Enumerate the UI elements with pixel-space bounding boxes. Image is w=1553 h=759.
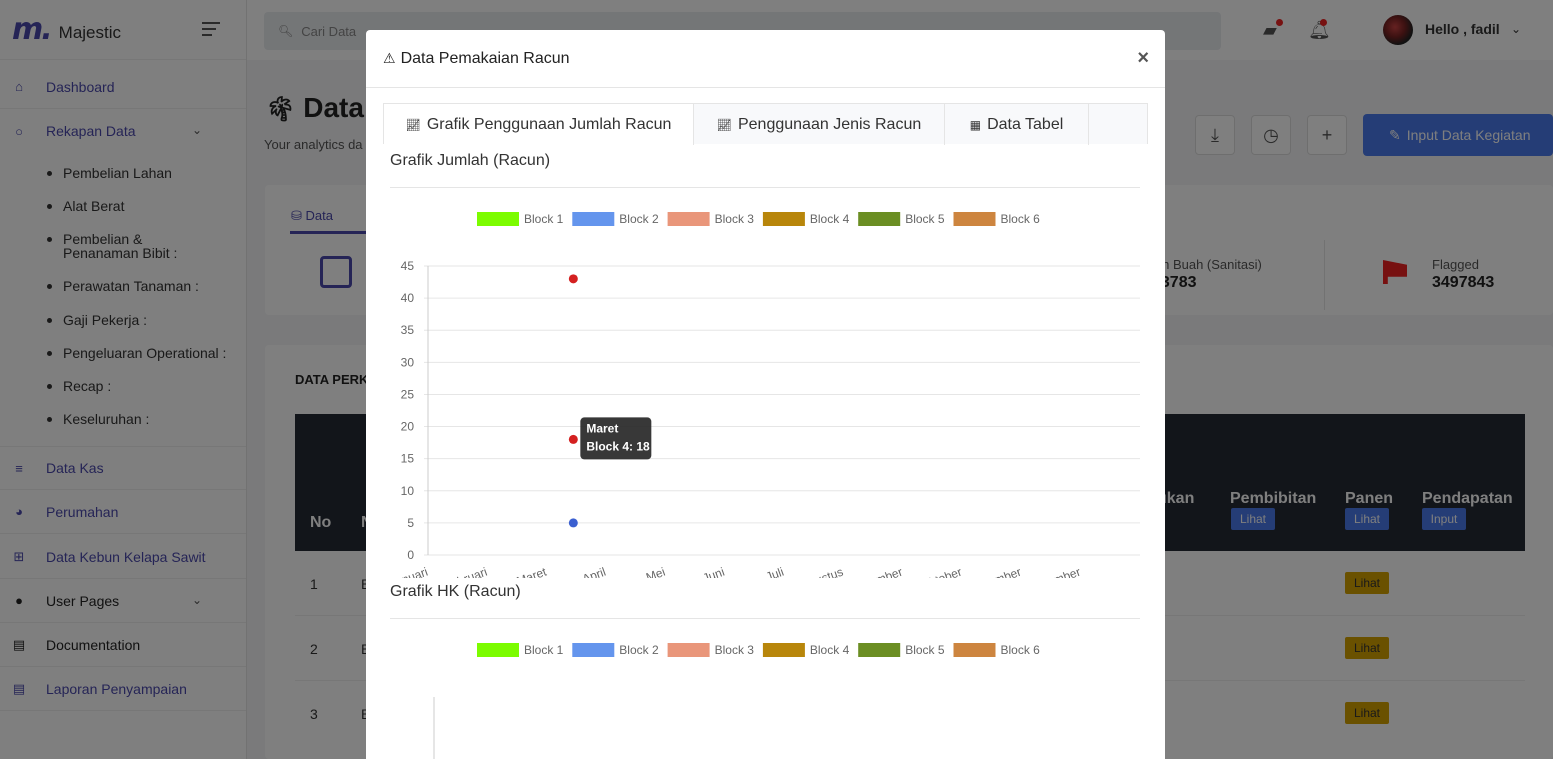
- chart-jumlah-racun: Block 1 Block 2 Block 3 Block 4 Block 5 Block…: [388, 212, 1140, 578]
- chart-title: Grafik Jumlah (Racun): [390, 152, 551, 169]
- y-tick-label: 10: [401, 484, 415, 498]
- x-tick-label: Desember: [1026, 565, 1083, 578]
- legend-label: Block 2: [619, 643, 659, 657]
- legend-label: Block 2: [619, 212, 659, 226]
- legend-swatch: [477, 212, 519, 226]
- legend-label: Block 3: [715, 643, 755, 657]
- legend-label: Block 4: [810, 212, 850, 226]
- legend-label: Block 5: [905, 212, 945, 226]
- legend-label: Block 6: [1001, 212, 1041, 226]
- legend-swatch: [572, 212, 615, 226]
- legend-label: Block 5: [905, 643, 945, 657]
- warning-icon: ⚠: [383, 50, 396, 66]
- table-icon: ▦: [969, 117, 982, 132]
- x-tick-label: November: [966, 565, 1023, 578]
- legend-label: Block 6: [1001, 643, 1041, 657]
- legend-swatch: [858, 643, 901, 657]
- tab-jenis-racun[interactable]: 📈︎ Penggunaan Jenis Racun: [694, 104, 945, 145]
- y-tick-label: 15: [401, 452, 415, 466]
- line-chart-icon: 📈︎: [405, 117, 421, 132]
- legend-swatch: [572, 643, 615, 657]
- data-point: [568, 518, 578, 528]
- x-tick-label: Juli: [764, 565, 786, 578]
- tab-grafik-jumlah[interactable]: 📈︎ Grafik Penggunaan Jumlah Racun: [384, 104, 694, 145]
- chart-divider: [390, 187, 1140, 188]
- y-tick-label: 40: [401, 291, 415, 305]
- legend-swatch: [477, 643, 519, 657]
- x-tick-label: Oktober: [919, 565, 964, 578]
- y-tick-label: 20: [401, 420, 415, 434]
- legend-swatch: [762, 643, 805, 657]
- modal-tabs: 📈︎ Grafik Penggunaan Jumlah Racun 📈︎ Pen…: [383, 103, 1148, 145]
- x-tick-label: Februari: [442, 565, 489, 578]
- legend-label: Block 4: [810, 643, 850, 657]
- modal-data-pemakaian-racun: ⚠ Data Pemakaian Racun × 📈︎ Grafik Pengg…: [366, 30, 1165, 759]
- x-tick-label: Agustus: [799, 565, 845, 578]
- legend-label: Block 1: [524, 212, 564, 226]
- legend-swatch: [762, 212, 805, 226]
- data-point: [568, 434, 578, 444]
- x-tick-label: Januari: [388, 565, 430, 578]
- legend-label: Block 1: [524, 643, 564, 657]
- legend-swatch: [953, 212, 996, 226]
- chart-title: Grafik HK (Racun): [390, 583, 521, 600]
- tab-data-tabel[interactable]: ▦ Data Tabel: [945, 104, 1089, 145]
- y-tick-label: 30: [401, 355, 415, 369]
- x-tick-label: Mei: [644, 565, 667, 578]
- chart-hk-racun: Block 1 Block 2 Block 3 Block 4 Block 5 Block…: [433, 643, 1041, 759]
- y-tick-label: 45: [401, 259, 415, 273]
- legend-swatch: [667, 643, 710, 657]
- chart-divider: [390, 618, 1140, 619]
- y-tick-label: 35: [401, 323, 415, 337]
- legend-label: Block 3: [715, 212, 755, 226]
- y-tick-label: 0: [407, 548, 414, 562]
- y-tick-label: 5: [407, 516, 414, 530]
- tooltip-text: Block 4: 18: [586, 439, 650, 453]
- x-tick-label: Maret: [515, 564, 549, 578]
- tooltip-title: Maret: [586, 421, 618, 435]
- x-tick-label: Juni: [701, 565, 726, 578]
- x-tick-label: April: [580, 565, 607, 578]
- x-tick-label: September: [844, 565, 904, 578]
- legend-swatch: [858, 212, 901, 226]
- legend-swatch: [667, 212, 710, 226]
- modal-title: Data Pemakaian Racun: [400, 49, 570, 67]
- modal-header: ⚠ Data Pemakaian Racun ×: [366, 30, 1165, 88]
- y-tick-label: 25: [401, 387, 415, 401]
- line-chart-icon: 📈︎: [716, 117, 732, 132]
- data-point: [568, 274, 578, 284]
- close-icon[interactable]: ×: [1137, 47, 1149, 70]
- legend-swatch: [953, 643, 996, 657]
